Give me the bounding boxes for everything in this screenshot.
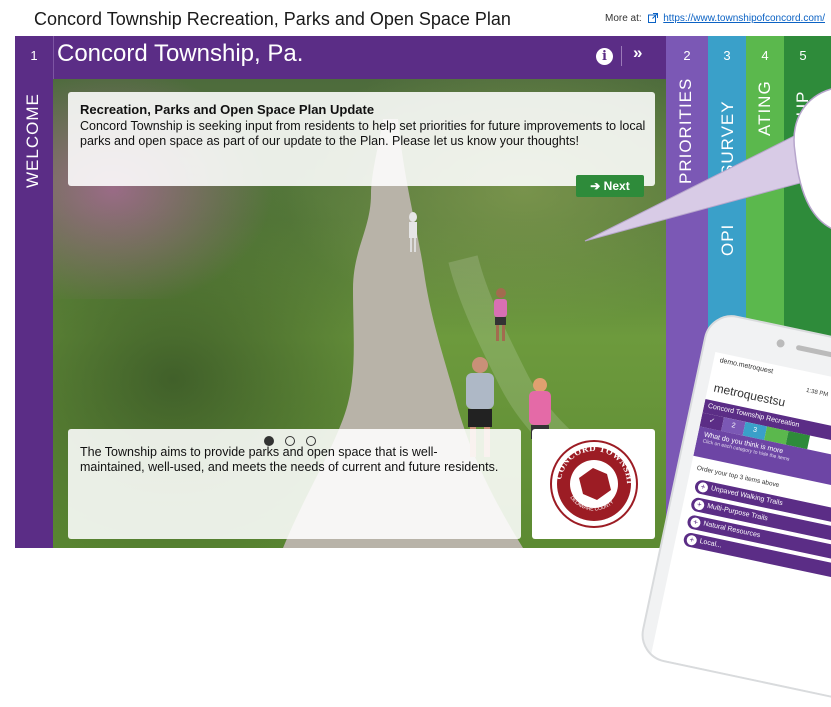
- page-title: Concord Township, Pa.: [57, 40, 304, 67]
- tab-2-label: PRIORITIES: [676, 77, 695, 184]
- township-seal-logo: CONCORD TOWNSHIP DELAWARE COUNTY: [549, 438, 638, 528]
- tab-5-number: 5: [799, 48, 807, 63]
- external-link-icon: [648, 13, 659, 24]
- collapse-arrows-icon[interactable]: »: [633, 43, 642, 63]
- intro-heading: Recreation, Parks and Open Space Plan Up…: [80, 102, 375, 117]
- intro-card: Recreation, Parks and Open Space Plan Up…: [68, 92, 655, 186]
- intro-body: Concord Township is seeking input from r…: [80, 119, 646, 148]
- township-website-link[interactable]: https://www.townshipofconcord.com/: [663, 13, 825, 24]
- header-divider: [621, 46, 622, 66]
- tab-4-number: 4: [761, 48, 769, 63]
- info-icon[interactable]: i: [596, 48, 613, 65]
- description-card: The Township aims to provide parks and o…: [68, 429, 521, 539]
- tab-4-label: ATING: [755, 80, 774, 136]
- tab-3-label-secondary: OPI: [718, 223, 737, 256]
- next-button[interactable]: ➔ Next: [576, 175, 644, 197]
- more-info: More at: https://www.townshipofconcord.c…: [605, 13, 825, 24]
- phone-speaker: [795, 344, 831, 361]
- phone-camera: [775, 338, 786, 349]
- more-label: More at:: [605, 13, 642, 24]
- app-title: Concord Township Recreation, Parks and O…: [34, 9, 511, 29]
- top-bar: Concord Township Recreation, Parks and O…: [0, 0, 831, 36]
- step-1-number: 1: [30, 48, 38, 63]
- tab-2-number: 2: [683, 48, 691, 63]
- description-text: The Township aims to provide parks and o…: [80, 445, 499, 474]
- step-1-label: WELCOME: [23, 93, 42, 188]
- step-1-column[interactable]: 1 WELCOME: [15, 36, 54, 548]
- tab-5-label: P UP: [793, 90, 812, 134]
- tab-3-number: 3: [723, 48, 731, 63]
- tab-3-label: SURVEY: [718, 100, 737, 176]
- logo-card: CONCORD TOWNSHIP DELAWARE COUNTY: [532, 429, 655, 539]
